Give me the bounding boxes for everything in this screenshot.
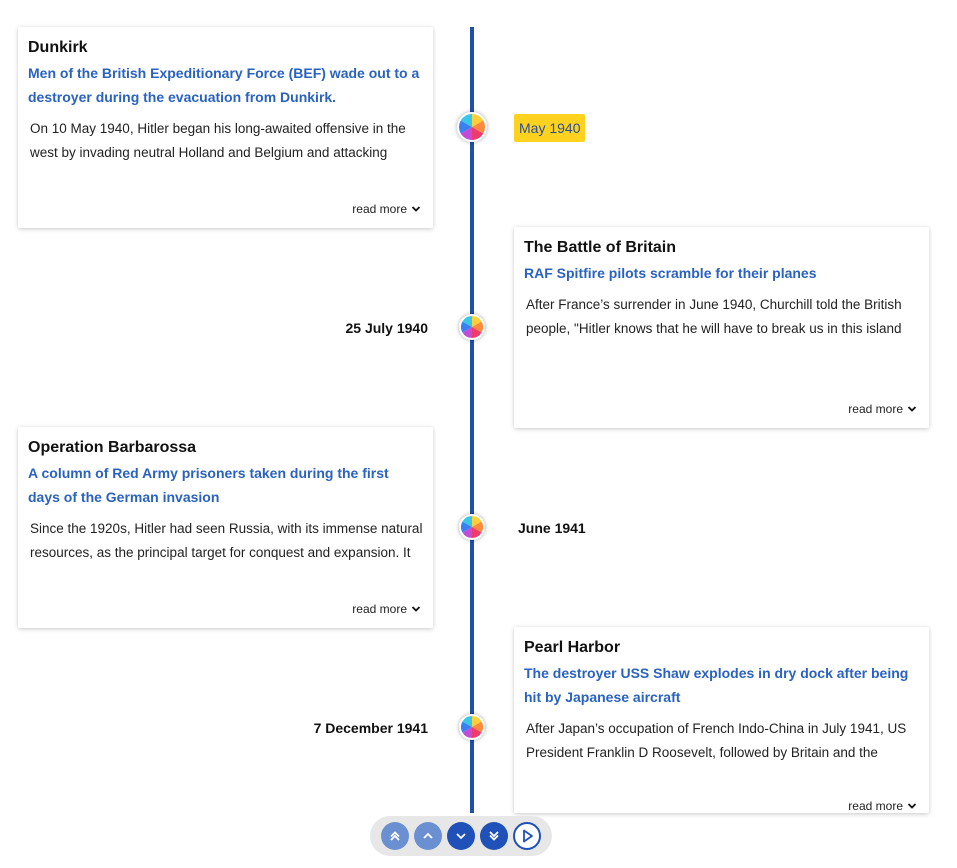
previous-event-button[interactable] xyxy=(414,822,442,850)
timeline-page: Dunkirk Men of the British Expeditionary… xyxy=(0,0,957,868)
event-title: The Battle of Britain xyxy=(524,239,677,256)
timeline-node[interactable] xyxy=(459,514,485,540)
chevron-down-icon xyxy=(907,803,917,809)
read-more-link[interactable]: read more xyxy=(848,799,917,813)
play-button[interactable] xyxy=(513,822,541,850)
last-event-button[interactable] xyxy=(480,822,508,850)
event-body: After France’s surrender in June 1940, C… xyxy=(526,297,902,336)
timeline-node[interactable] xyxy=(459,714,485,740)
first-event-button[interactable] xyxy=(381,822,409,850)
color-wheel-icon xyxy=(461,316,483,338)
play-icon xyxy=(523,829,533,843)
timeline-controls xyxy=(370,816,552,856)
chevron-down-icon xyxy=(907,406,917,412)
event-subtitle: RAF Spitfire pilots scramble for their p… xyxy=(524,265,817,281)
event-date: May 1940 xyxy=(514,114,586,142)
event-subtitle: A column of Red Army prisoners taken dur… xyxy=(28,465,389,505)
double-chevron-up-icon xyxy=(390,831,400,841)
event-card-pearl-harbor: Pearl Harbor The destroyer USS Shaw expl… xyxy=(514,627,929,813)
read-more-label: read more xyxy=(352,602,407,616)
read-more-label: read more xyxy=(848,799,903,813)
chevron-down-icon xyxy=(456,833,466,840)
event-subtitle: The destroyer USS Shaw explodes in dry d… xyxy=(524,665,909,705)
color-wheel-icon xyxy=(461,516,483,538)
event-subtitle: Men of the British Expeditionary Force (… xyxy=(28,65,420,105)
event-title: Operation Barbarossa xyxy=(28,439,197,456)
next-event-button[interactable] xyxy=(447,822,475,850)
read-more-link[interactable]: read more xyxy=(352,202,421,216)
chevron-down-icon xyxy=(411,606,421,612)
event-date: 7 December 1941 xyxy=(313,720,428,736)
color-wheel-icon xyxy=(459,114,485,140)
double-chevron-down-icon xyxy=(489,831,499,841)
timeline-axis xyxy=(470,27,474,813)
event-date: 25 July 1940 xyxy=(345,320,428,336)
event-card-battle-of-britain: The Battle of Britain RAF Spitfire pilot… xyxy=(514,227,929,428)
event-title: Pearl Harbor xyxy=(524,639,621,656)
read-more-link[interactable]: read more xyxy=(352,602,421,616)
event-body: After Japan’s occupation of French Indo-… xyxy=(526,721,907,760)
chevron-up-icon xyxy=(423,832,433,839)
event-body: On 10 May 1940, Hitler began his long-aw… xyxy=(30,121,406,160)
event-body: Since the 1920s, Hitler had seen Russia,… xyxy=(30,521,423,560)
event-card-dunkirk: Dunkirk Men of the British Expeditionary… xyxy=(18,27,433,228)
event-title: Dunkirk xyxy=(28,39,88,56)
timeline-node[interactable] xyxy=(459,314,485,340)
color-wheel-icon xyxy=(461,716,483,738)
event-date: June 1941 xyxy=(518,520,586,536)
read-more-link[interactable]: read more xyxy=(848,402,917,416)
read-more-label: read more xyxy=(352,202,407,216)
chevron-down-icon xyxy=(411,206,421,212)
read-more-label: read more xyxy=(848,402,903,416)
event-card-operation-barbarossa: Operation Barbarossa A column of Red Arm… xyxy=(18,427,433,628)
timeline-node[interactable] xyxy=(457,112,487,142)
